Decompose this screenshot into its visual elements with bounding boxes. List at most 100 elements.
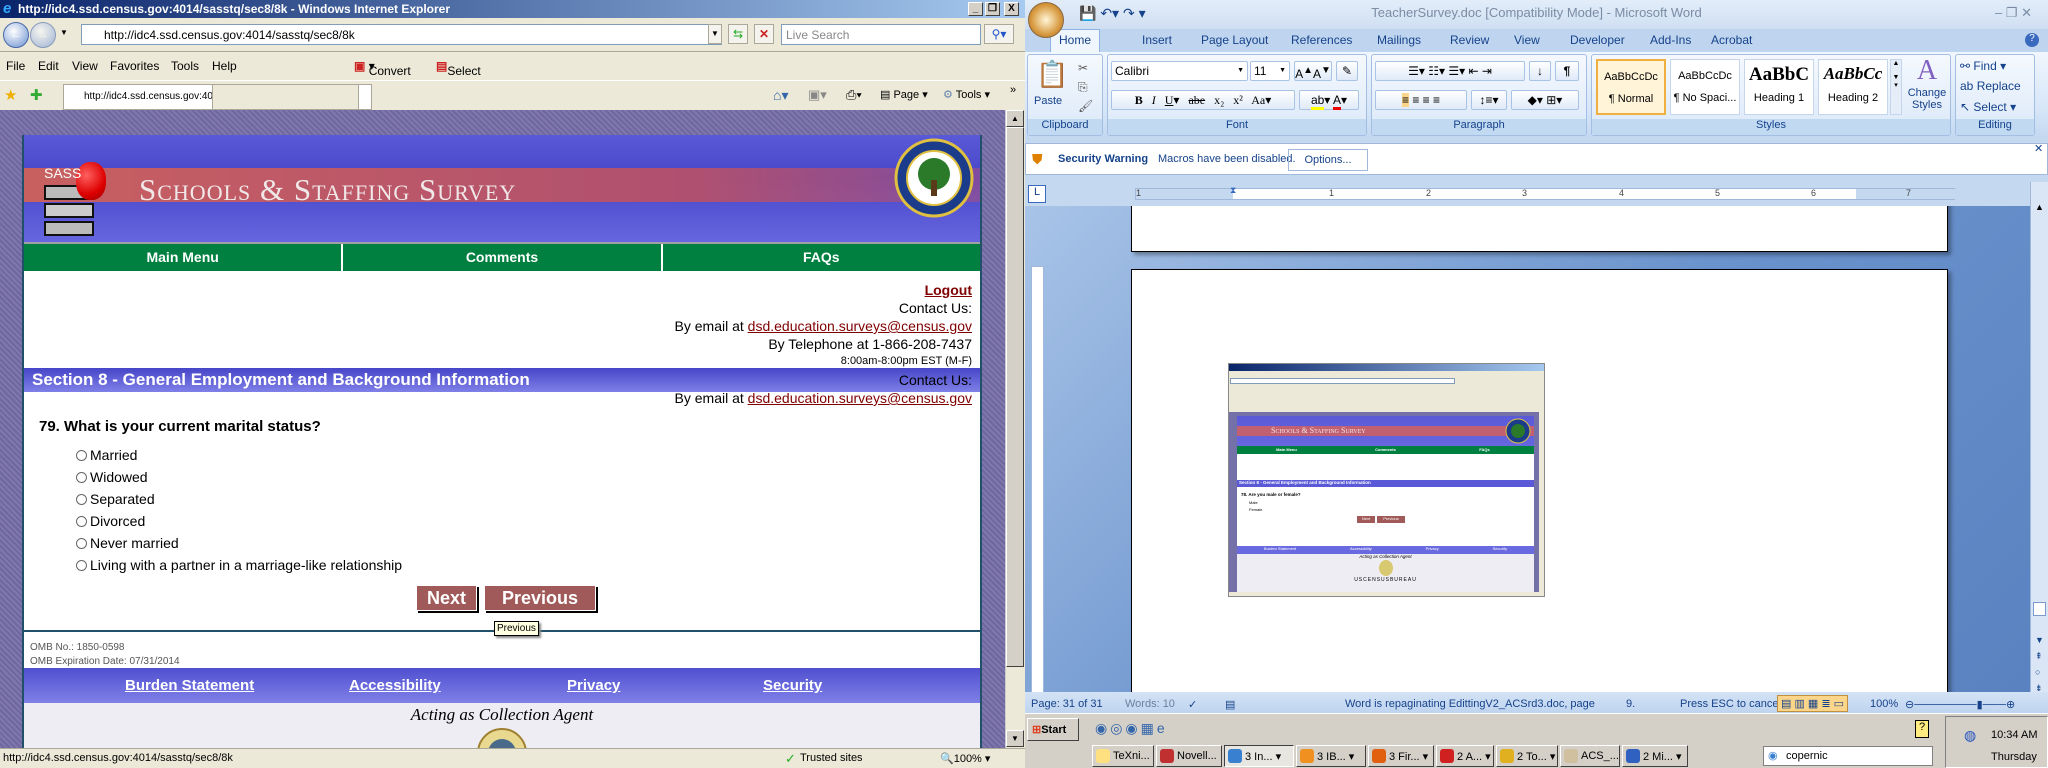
zoom-control[interactable]: 🔍100% ▾ [940, 752, 990, 765]
menu-edit[interactable]: Edit [38, 59, 59, 73]
paste-icon[interactable]: 📋 [1036, 59, 1068, 90]
font-size-select[interactable]: 11 ▼ [1250, 61, 1290, 81]
option-married[interactable]: Married [76, 447, 137, 463]
nav-main-menu[interactable]: Main Menu [24, 244, 344, 271]
format-buttons[interactable]: B I U▾ abe x₂ x² Aa▾ [1111, 90, 1295, 110]
radio-button[interactable] [76, 516, 87, 527]
scroll-up-arrow[interactable]: ▲ [2031, 202, 2048, 212]
start-button[interactable]: ⊞Start [1027, 718, 1079, 741]
change-styles-button[interactable]: A Change Styles [1904, 55, 1950, 111]
radio-button[interactable] [76, 494, 87, 505]
copernic-search-box[interactable]: ◉ copernic [1763, 746, 1933, 766]
taskbar-button-ie[interactable]: 3 In... ▾ [1224, 745, 1294, 767]
horizontal-ruler[interactable]: 1 ⧗ 1 2 3 4 5 6 7 [1135, 185, 1956, 200]
close-button[interactable]: X [1004, 2, 1019, 16]
indent-marker[interactable]: ⧗ [1230, 185, 1236, 196]
nav-faqs[interactable]: FAQs [663, 244, 980, 271]
menu-file[interactable]: File [6, 59, 25, 73]
zoom-level[interactable]: 100% [1870, 698, 1898, 710]
taskbar-button-ib[interactable]: 3 IB... ▾ [1296, 745, 1366, 767]
scroll-thumb[interactable] [1006, 127, 1024, 667]
embedded-screenshot[interactable]: Schools & Staffing Survey Main Menu Comm… [1228, 363, 1545, 597]
office-button[interactable] [1028, 2, 1064, 38]
menu-help[interactable]: Help [212, 59, 237, 73]
restore-button[interactable]: ❐ [985, 2, 1000, 16]
sort-icon[interactable]: ↓ [1529, 61, 1551, 81]
vertical-scrollbar[interactable]: ▲ ▼ [1005, 110, 1025, 748]
zoom-slider[interactable]: ⊖────────▮───⊕ [1905, 698, 2015, 711]
previous-button[interactable]: Previous [484, 585, 596, 611]
paste-button[interactable]: Paste [1034, 95, 1062, 107]
help-icon[interactable]: ? [2025, 33, 2039, 47]
select-button[interactable]: ▤ Select [436, 59, 481, 78]
search-input[interactable]: Live Search [781, 24, 981, 45]
back-button[interactable]: ← [3, 22, 29, 48]
burden-statement-link[interactable]: Burden Statement [125, 677, 254, 694]
favorites-star-icon[interactable]: ★ [4, 86, 17, 104]
proofing-icon[interactable]: ✓ [1188, 698, 1197, 711]
home-icon[interactable]: ⌂▾ [773, 87, 788, 104]
history-dropdown-icon[interactable]: ▼ [60, 28, 68, 37]
minimize-button[interactable]: _ [968, 2, 983, 16]
tab-insert[interactable]: Insert [1142, 33, 1172, 47]
taskbar-button-novell[interactable]: Novell... [1156, 745, 1222, 767]
style-heading-2[interactable]: AaBbCc Heading 2 [1818, 59, 1888, 115]
tools-menu[interactable]: ⚙ Tools ▾ [943, 88, 990, 101]
menu-favorites[interactable]: Favorites [110, 59, 159, 73]
privacy-link[interactable]: Privacy [567, 677, 620, 694]
taskbar-button-firefox[interactable]: 3 Fir... ▾ [1368, 745, 1434, 767]
chevron-more-icon[interactable]: » [1010, 84, 1016, 96]
radio-button[interactable] [76, 472, 87, 483]
new-tab-button[interactable] [358, 84, 372, 110]
taskbar-button-acs[interactable]: ACS_... [1560, 745, 1620, 767]
status-words[interactable]: Words: 10 [1125, 698, 1175, 710]
add-favorites-icon[interactable]: ✚ [30, 86, 43, 104]
find-button[interactable]: ⚯ Find ▾ [1960, 59, 2006, 73]
tab-review[interactable]: Review [1450, 33, 1489, 47]
grow-shrink-font-buttons[interactable]: A▲A▼ [1294, 61, 1332, 81]
window-controls[interactable]: – ❐ ✕ [1995, 0, 2032, 26]
security-link[interactable]: Security [763, 677, 822, 694]
email-link[interactable]: dsd.education.surveys@census.gov [748, 318, 972, 334]
logout-link[interactable]: Logout [925, 282, 972, 298]
scroll-up-arrow[interactable]: ▲ [1006, 110, 1024, 127]
alignment-buttons[interactable]: ≡ ≡ ≡ ≡ [1375, 90, 1467, 110]
address-dropdown-icon[interactable]: ▼ [708, 24, 722, 44]
taskbar-button-texnic[interactable]: TeXni... [1092, 745, 1154, 767]
radio-button[interactable] [76, 560, 87, 571]
option-widowed[interactable]: Widowed [76, 469, 148, 485]
next-button[interactable]: Next [416, 585, 477, 611]
page-menu[interactable]: ▤ Page ▾ [880, 88, 928, 101]
stop-button[interactable]: ✕ [754, 24, 774, 44]
radio-button[interactable] [76, 538, 87, 549]
tab-selector[interactable]: L [1028, 185, 1046, 203]
taskbar-button-word[interactable]: 2 Mi... ▾ [1622, 745, 1688, 767]
menu-view[interactable]: View [72, 59, 98, 73]
list-indent-buttons[interactable]: ☰▾ ☷▾ ☰▾ ⇤ ⇥ [1375, 61, 1525, 81]
network-icon[interactable]: ◍ [1964, 727, 1976, 744]
search-button[interactable]: ⚲▾ [984, 24, 1014, 44]
word-vertical-scrollbar[interactable]: ▲ ▼ ⇞ ○ ⇟ [2030, 182, 2048, 693]
replace-button[interactable]: ab Replace [1960, 79, 2021, 93]
convert-button[interactable]: ▣ Convert ▾ [354, 59, 411, 78]
radio-button[interactable] [76, 450, 87, 461]
tab-view[interactable]: View [1514, 33, 1540, 47]
address-input-extension[interactable] [370, 24, 722, 45]
select-button[interactable]: ↖ Select ▾ [1960, 100, 2016, 114]
email-link[interactable]: dsd.education.surveys@census.gov [748, 390, 972, 406]
styles-scroll[interactable]: ▲ ▼ ▾ [1890, 59, 1902, 115]
refresh-button[interactable]: ⇆ [728, 24, 748, 44]
clear-format-icon[interactable]: ✎ [1336, 61, 1358, 81]
highlight-fontcolor-buttons[interactable]: ab▾ A▾ [1299, 90, 1359, 110]
scroll-down-arrow[interactable]: ▼ [1006, 730, 1024, 747]
browse-object-buttons[interactable]: ▼ ⇞ ○ ⇟ [2035, 632, 2044, 696]
style-heading-1[interactable]: AaBbC Heading 1 [1744, 59, 1814, 115]
cut-copy-format-icons[interactable]: ✂ ⎘ 🖌 [1078, 59, 1093, 116]
forward-button[interactable]: → [30, 22, 56, 48]
quick-access-toolbar[interactable]: 💾 ↶▾ ↷ ▾ [1079, 0, 1146, 26]
view-buttons[interactable]: ▤ ▥ ▦ ≣ ▭ [1777, 695, 1849, 712]
help-tray-icon[interactable]: ? [1915, 720, 1929, 738]
close-warning-icon[interactable]: ✕ [2034, 142, 2043, 155]
tab-add-ins[interactable]: Add-Ins [1650, 33, 1691, 47]
menu-tools[interactable]: Tools [171, 59, 199, 73]
